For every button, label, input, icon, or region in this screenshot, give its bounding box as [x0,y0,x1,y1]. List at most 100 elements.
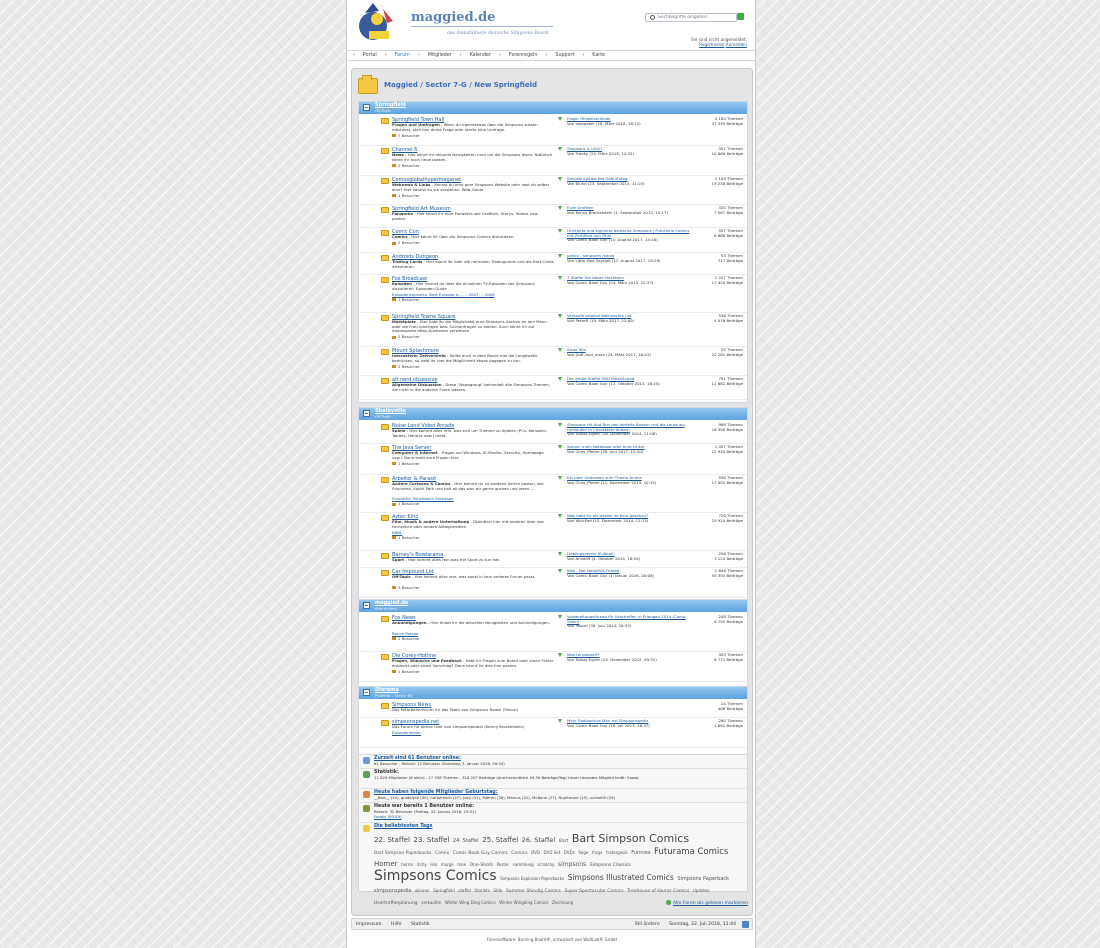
tag-link[interactable]: Simpsons Explosion Paperbacks [500,876,564,881]
tag-link[interactable]: Homer [374,860,398,868]
tags-heading[interactable]: Die beliebtesten Tags [374,824,432,829]
board-visitors: 5 Besucher [392,364,420,369]
collapse-icon[interactable] [363,104,370,111]
board-description: Interaktiver Zeitvertreib - Sollte euch … [392,353,554,363]
tag-link[interactable]: DVDs [564,850,575,855]
board-row: Mount Splashmore Interaktiver Zeitvertre… [359,347,747,376]
birthday-cake-icon [363,791,370,798]
footer-date: Sonntag, 22. Juli 2018, 11:44 [669,922,736,927]
category-2: maggied.de Boardintern Fox News Ankündig… [358,599,748,693]
board-row: Noise Land Video Arcade Spiele - Hier ko… [359,422,747,444]
board-description: Allgemeine Diskussion - Diese "Newsgroup… [392,382,554,392]
tag-link[interactable]: Comix [435,851,449,856]
impressum-link[interactable]: Impressum [356,922,382,927]
tag-link[interactable]: Bart Simpson Paperbacks [374,851,431,856]
board-description-text: - Hier kommt alles rein, was sich um The… [392,428,548,438]
tag-link[interactable]: lisa [430,862,437,867]
tag-link[interactable]: simpsons [558,861,586,868]
tag-link[interactable]: itchy [417,862,427,867]
board-description: Das Forum für aktive User von simpsonspe… [392,724,554,730]
site-logo[interactable] [353,1,397,43]
board-stats: 751 Themen 11 681 Beiträge [681,376,743,386]
tag-link[interactable]: Stile [493,888,502,893]
tag-link[interactable]: 25. Staffel [482,836,518,844]
today-online-row: Heute war bereits 1 Benutzer online: Rek… [359,803,747,823]
search-input[interactable] [658,14,730,21]
search-submit-button[interactable] [737,13,744,20]
users-online-icon [363,757,370,764]
tag-link[interactable]: Bart Simpson Comics [572,832,689,845]
tag-link[interactable]: Super Spectacular Comics [565,889,624,894]
tag-link[interactable]: DVD [531,850,540,855]
tag-link[interactable]: marge [441,862,454,867]
tag-link[interactable]: Zeichnung [552,900,573,905]
tag-link[interactable]: Usertreffenplanung [374,901,418,906]
tag-link[interactable]: simpsonspedia [374,888,411,894]
tag-link[interactable]: 23. Staffel [414,836,450,844]
tag-link[interactable]: horror [401,862,413,867]
tag-link[interactable]: 26. Staffel [522,836,555,844]
tag-link[interactable]: 24. Staffel [453,838,479,844]
tag-link[interactable]: skinner [415,888,430,893]
help-link[interactable]: Hilfe [391,922,401,927]
tag-link[interactable]: Updates [693,888,710,893]
tag-link[interactable]: Comics [511,851,527,856]
board-description: Marktplatz - Hier habt ihr die Möglichke… [392,319,554,334]
login-link[interactable]: Anmelden [726,42,747,47]
tag-link[interactable]: Simpsons Comics [374,868,497,884]
nav-item-forum[interactable]: Forum [395,53,410,58]
nav-item-kalender[interactable]: Kalender [470,53,491,58]
tag-link[interactable]: verkaufen [421,900,441,905]
nav-item-portal[interactable]: Portal [363,53,377,58]
board-row: Arbeiter & Parasit Andere Cartoons & Com… [359,475,747,513]
change-style-link[interactable]: Stil ändern [635,922,660,927]
tag-link[interactable]: scratchy [537,862,554,867]
tag-link[interactable]: Simpsons Illustrated Comics [568,873,674,882]
nav-item-mitglieder[interactable]: Mitglieder [428,53,452,58]
tag-link[interactable]: Summer Shindig Comics [506,889,561,894]
tag-link[interactable]: moe [457,862,466,867]
collapse-icon[interactable] [363,689,370,696]
tag-link[interactable]: Springfield [433,888,455,893]
tag-link[interactable]: folge [578,850,588,855]
tag-link[interactable]: staffel [458,888,470,893]
tag-link[interactable]: 22. Staffel [374,836,410,844]
nav-item-forenregeln[interactable]: Forenregeln [509,53,538,58]
last-post: Sizee 90s Von Duff_and_more (24. März 20… [558,347,693,357]
tag-link[interactable]: Funnies [631,850,650,856]
folder-icon [358,75,378,94]
tag-link[interactable]: Poster [497,862,509,867]
tag-link[interactable]: frage [592,850,603,855]
board-visitors: 1 Besucher [392,501,420,506]
today-user-link[interactable]: Freaky (00:59) [374,814,401,819]
scroll-top-button[interactable] [742,921,749,928]
site-title[interactable]: maggied.de [411,10,496,25]
tag-link[interactable]: Comic Book Guy Comics [453,851,508,856]
statistics-link[interactable]: Statistik [411,922,430,927]
page: maggied.de das dienstälteste deutsche Si… [346,0,756,948]
tag-link[interactable]: DVD Set [544,850,561,855]
tag-link[interactable]: Bart [559,839,568,844]
tag-link[interactable]: Simpsons Paperback [677,876,729,882]
post-count: 6 688 Beiträge [714,232,743,238]
tag-link[interactable]: Treehouse of Horror Comics [627,889,689,894]
tag-link[interactable]: fratorgesik [606,850,628,855]
breadcrumb: Maggied / Sector 7-G / New Springfield [356,74,746,100]
collapse-icon[interactable] [363,602,370,609]
register-link[interactable]: Registrieren [699,42,724,47]
tag-link[interactable]: Starlets [474,888,489,893]
post-count: 22 261 Beiträge [711,351,743,357]
tag-link[interactable]: Futurama Comics [654,847,728,857]
search-box[interactable] [645,13,737,22]
tag-link[interactable]: Simpsons Classics [590,863,631,868]
board-folder-icon [381,446,389,452]
collapse-icon[interactable] [363,410,370,417]
tag-link[interactable]: Winter Wingding Comics [499,900,548,905]
nav-item-karte[interactable]: Karte [592,53,605,58]
nav-item-support[interactable]: Support [555,53,574,58]
tag-link[interactable]: Winter Wing Ding Comics [445,900,496,905]
tag-link[interactable]: sammlung [513,862,534,867]
mark-all-read-link[interactable]: Alle Foren als gelesen markieren [666,900,748,906]
subboard-links[interactable]: Episodenfehler [392,730,421,735]
board-description: Andere Cartoons & Comics - Hier kommt du… [392,481,554,491]
